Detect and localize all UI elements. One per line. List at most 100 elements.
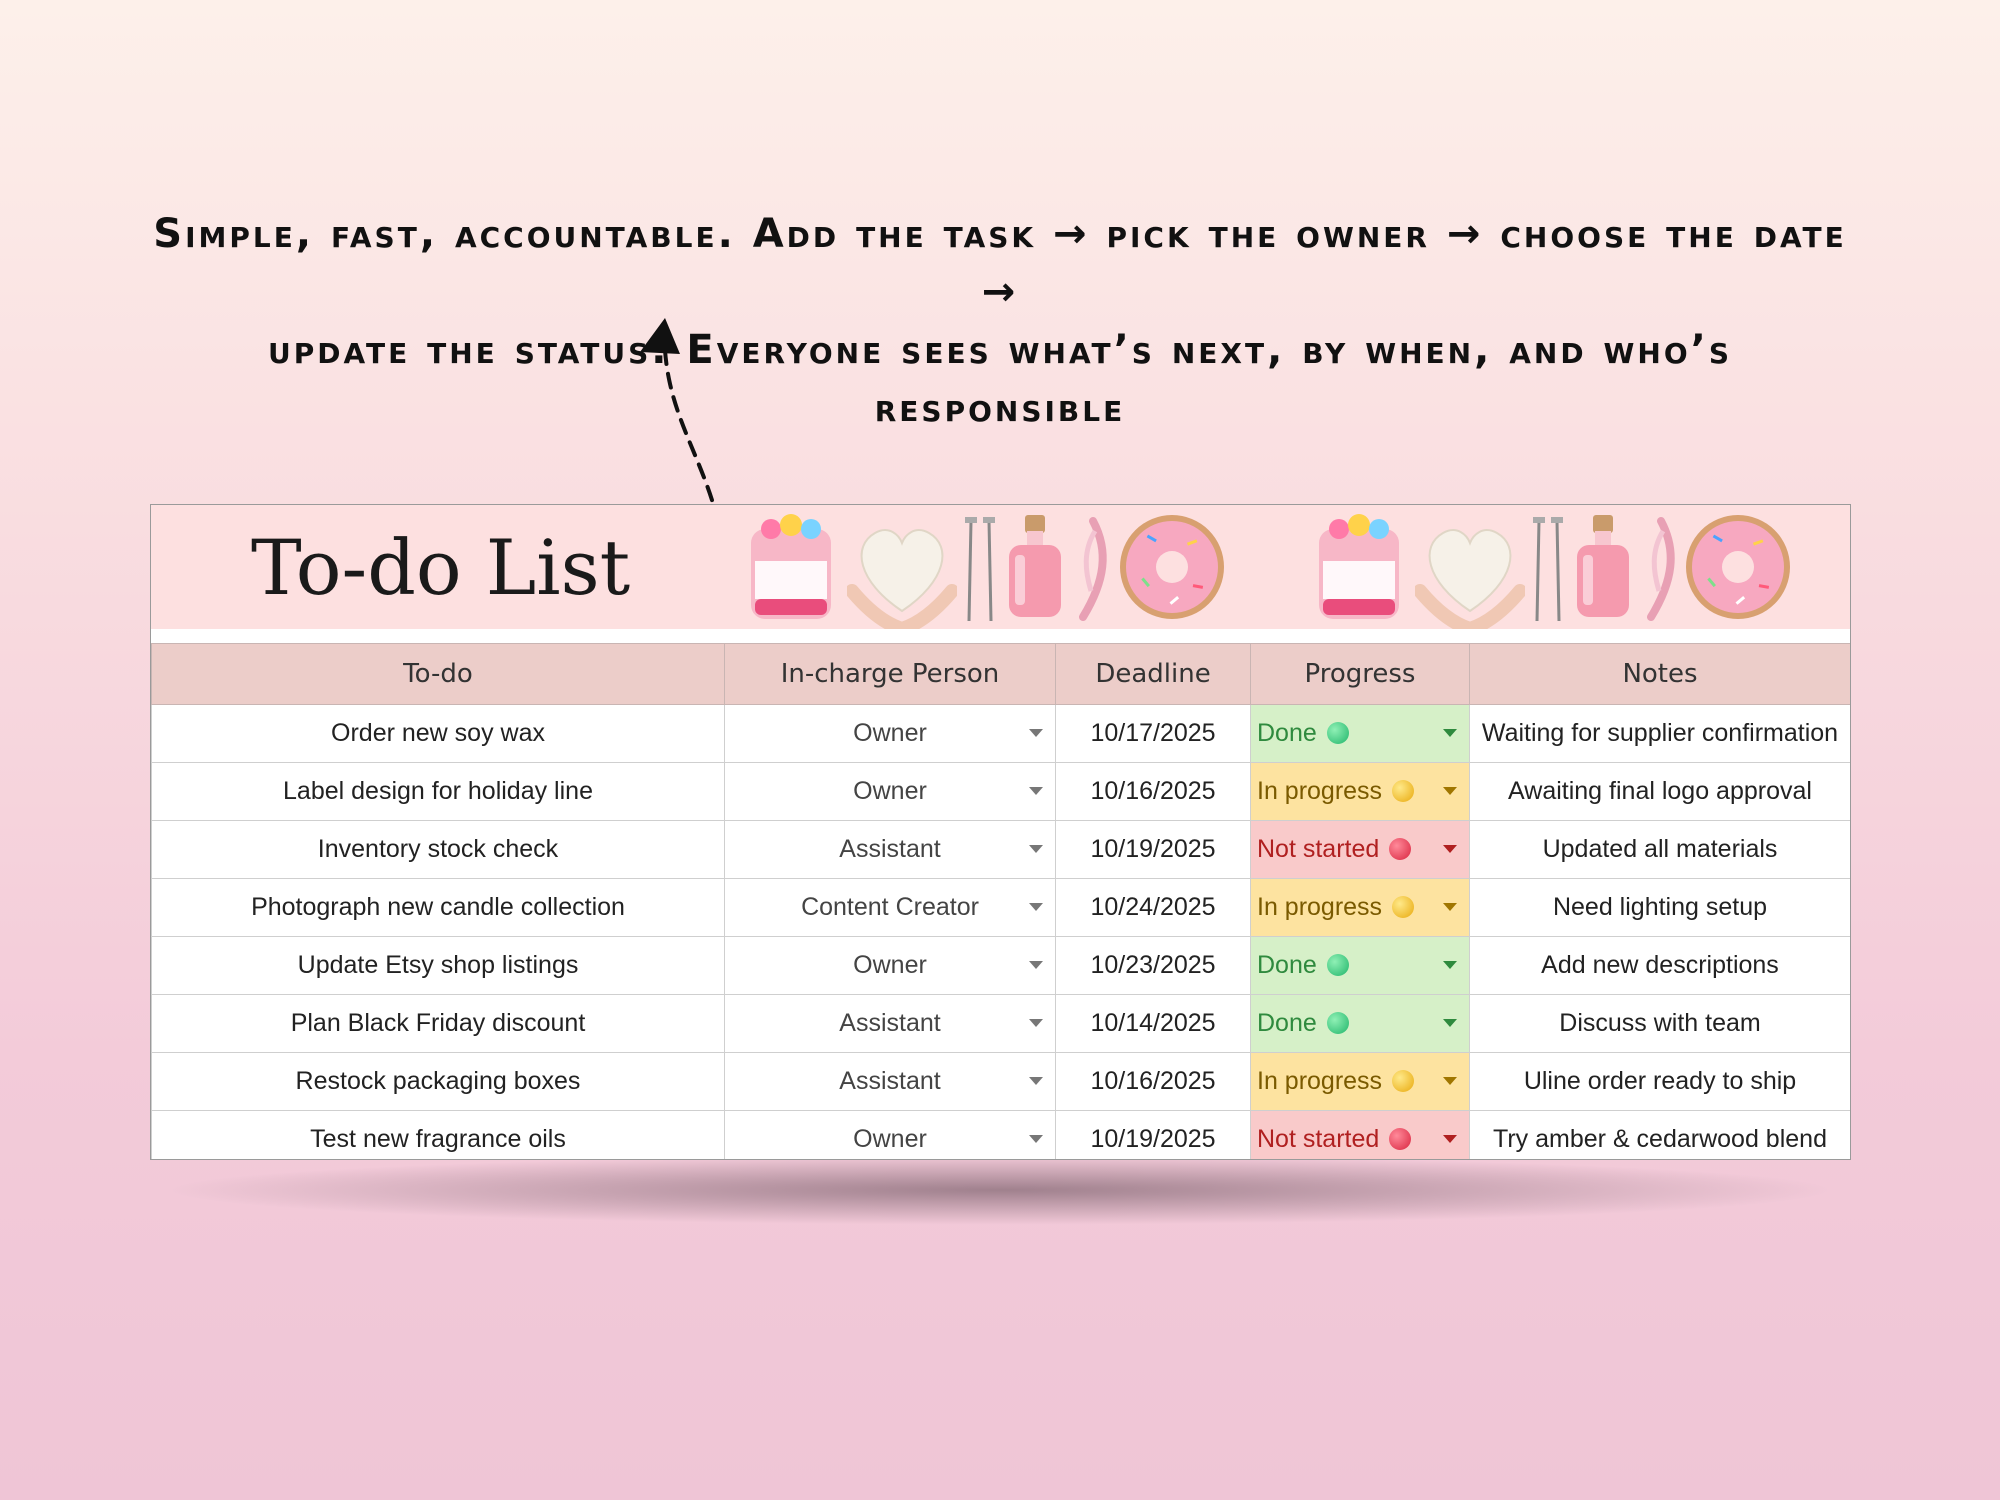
task-cell[interactable]: Plan Black Friday discount [151, 994, 725, 1053]
status-dropdown[interactable]: In progress [1250, 1052, 1470, 1111]
status-dropdown[interactable]: Done [1250, 704, 1470, 763]
task-cell[interactable]: Inventory stock check [151, 820, 725, 879]
task-cell[interactable]: Restock packaging boxes [151, 1052, 725, 1111]
status-dropdown[interactable]: In progress [1250, 762, 1470, 821]
status-value: Not started [1257, 1125, 1380, 1153]
sprinkle-donut-icon [1686, 515, 1790, 619]
todo-table: To-do In-charge Person Deadline Progress… [151, 643, 1850, 1159]
status-dot-icon [1326, 1012, 1349, 1034]
status-dot-icon [1326, 954, 1349, 976]
fragrance-bottle-icon [1009, 515, 1061, 617]
person-dropdown[interactable]: Assistant [724, 820, 1056, 879]
person-dropdown[interactable]: Assistant [724, 1052, 1056, 1111]
task-cell[interactable]: Label design for holiday line [151, 762, 725, 821]
fragrance-bottle-icon [1577, 515, 1629, 617]
person-dropdown[interactable]: Owner [724, 762, 1056, 821]
person-value: Assistant [839, 1067, 941, 1095]
person-dropdown[interactable]: Owner [724, 704, 1056, 763]
notes-cell[interactable]: Updated all materials [1469, 820, 1850, 879]
task-cell[interactable]: Photograph new candle collection [151, 878, 725, 937]
task-cell[interactable]: Test new fragrance oils [151, 1110, 725, 1159]
deadline-cell[interactable]: 10/14/2025 [1055, 994, 1251, 1053]
caption: Simple, fast, accountable. Add the task … [150, 205, 1850, 437]
person-dropdown[interactable]: Assistant [724, 994, 1056, 1053]
deadline-cell[interactable]: 10/16/2025 [1055, 762, 1251, 821]
dropdown-arrow-icon[interactable] [1443, 1135, 1457, 1143]
header-row: To-do In-charge Person Deadline Progress… [151, 643, 1850, 705]
status-dropdown[interactable]: Done [1250, 936, 1470, 995]
dropdown-arrow-icon[interactable] [1443, 961, 1457, 969]
person-dropdown[interactable]: Owner [724, 936, 1056, 995]
deadline-cell[interactable]: 10/23/2025 [1055, 936, 1251, 995]
dropdown-arrow-icon[interactable] [1443, 903, 1457, 911]
dried-flower-icon [1079, 517, 1107, 621]
column-header-deadline[interactable]: Deadline [1055, 643, 1251, 705]
status-value: In progress [1257, 893, 1383, 921]
sheet-title: To-do List [251, 523, 631, 612]
column-header-progress[interactable]: Progress [1250, 643, 1470, 705]
wick-pins-icon [1533, 517, 1563, 622]
notes-cell[interactable]: Uline order ready to ship [1469, 1052, 1850, 1111]
deadline-cell[interactable]: 10/16/2025 [1055, 1052, 1251, 1111]
candle-jar-icon [1319, 514, 1399, 619]
status-dropdown[interactable]: Not started [1250, 1110, 1470, 1159]
status-value: Done [1257, 1009, 1317, 1037]
dried-flower-icon [1647, 517, 1675, 621]
sheet-shadow [160, 1155, 1840, 1225]
person-value: Owner [853, 777, 927, 805]
table-row: Inventory stock check Assistant 10/19/20… [151, 820, 1850, 879]
status-dot-icon [1389, 1128, 1412, 1150]
status-dropdown[interactable]: In progress [1250, 878, 1470, 937]
sprinkle-donut-icon [1120, 515, 1224, 619]
dropdown-arrow-icon[interactable] [1029, 845, 1043, 853]
dropdown-arrow-icon[interactable] [1029, 1077, 1043, 1085]
person-dropdown[interactable]: Content Creator [724, 878, 1056, 937]
notes-cell[interactable]: Awaiting final logo approval [1469, 762, 1850, 821]
status-value: Done [1257, 719, 1317, 747]
table-row: Restock packaging boxes Assistant 10/16/… [151, 1052, 1850, 1111]
dropdown-arrow-icon[interactable] [1443, 729, 1457, 737]
status-dropdown[interactable]: Not started [1250, 820, 1470, 879]
person-value: Assistant [839, 1009, 941, 1037]
person-dropdown[interactable]: Owner [724, 1110, 1056, 1159]
dropdown-arrow-icon[interactable] [1443, 845, 1457, 853]
status-dot-icon [1389, 838, 1412, 860]
dropdown-arrow-icon[interactable] [1443, 787, 1457, 795]
status-dot-icon [1392, 780, 1415, 802]
table-row: Test new fragrance oils Owner 10/19/2025… [151, 1110, 1850, 1159]
banner-gap [151, 629, 1850, 643]
dropdown-arrow-icon[interactable] [1029, 1135, 1043, 1143]
notes-cell[interactable]: Need lighting setup [1469, 878, 1850, 937]
spreadsheet: To-do List To-do In-charge Person Deadli… [150, 504, 1851, 1160]
dropdown-arrow-icon[interactable] [1029, 729, 1043, 737]
table-row: Photograph new candle collection Content… [151, 878, 1850, 937]
deadline-cell[interactable]: 10/19/2025 [1055, 1110, 1251, 1159]
dropdown-arrow-icon[interactable] [1029, 903, 1043, 911]
dropdown-arrow-icon[interactable] [1029, 1019, 1043, 1027]
person-value: Owner [853, 1125, 927, 1153]
notes-cell[interactable]: Add new descriptions [1469, 936, 1850, 995]
dropdown-arrow-icon[interactable] [1029, 961, 1043, 969]
column-header-person[interactable]: In-charge Person [724, 643, 1056, 705]
notes-cell[interactable]: Discuss with team [1469, 994, 1850, 1053]
task-cell[interactable]: Order new soy wax [151, 704, 725, 763]
task-cell[interactable]: Update Etsy shop listings [151, 936, 725, 995]
dropdown-arrow-icon[interactable] [1029, 787, 1043, 795]
column-header-notes[interactable]: Notes [1469, 643, 1850, 705]
deadline-cell[interactable]: 10/24/2025 [1055, 878, 1251, 937]
status-value: Done [1257, 951, 1317, 979]
heart-wax-flakes-icon [847, 529, 957, 629]
notes-cell[interactable]: Try amber & cedarwood blend [1469, 1110, 1850, 1159]
caption-line-2: update the status. Everyone sees what’s … [267, 327, 1732, 431]
status-value: Not started [1257, 835, 1380, 863]
dropdown-arrow-icon[interactable] [1443, 1077, 1457, 1085]
dropdown-arrow-icon[interactable] [1443, 1019, 1457, 1027]
wick-pins-icon [965, 517, 995, 622]
deadline-cell[interactable]: 10/17/2025 [1055, 704, 1251, 763]
person-value: Owner [853, 719, 927, 747]
status-dropdown[interactable]: Done [1250, 994, 1470, 1053]
notes-cell[interactable]: Waiting for supplier confirmation [1469, 704, 1850, 763]
heart-wax-flakes-icon [1415, 529, 1525, 629]
column-header-todo[interactable]: To-do [151, 643, 725, 705]
deadline-cell[interactable]: 10/19/2025 [1055, 820, 1251, 879]
